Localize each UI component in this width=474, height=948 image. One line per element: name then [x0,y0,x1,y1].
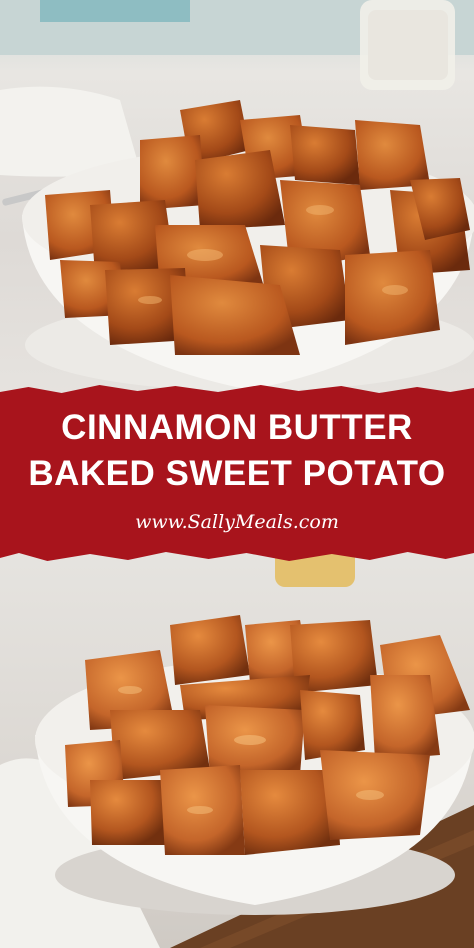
title-banner: CINNAMON BUTTER BAKED SWEET POTATO www.S… [0,385,474,561]
potato-pile-bottom [65,615,470,855]
title-line-2: BAKED SWEET POTATO [28,454,446,493]
website-link[interactable]: www.SallyMeals.com [135,511,339,533]
recipe-title: CINNAMON BUTTER BAKED SWEET POTATO [28,405,445,497]
top-food-photo [0,0,474,400]
title-line-1: CINNAMON BUTTER [61,408,413,447]
bottom-food-photo [0,545,474,948]
